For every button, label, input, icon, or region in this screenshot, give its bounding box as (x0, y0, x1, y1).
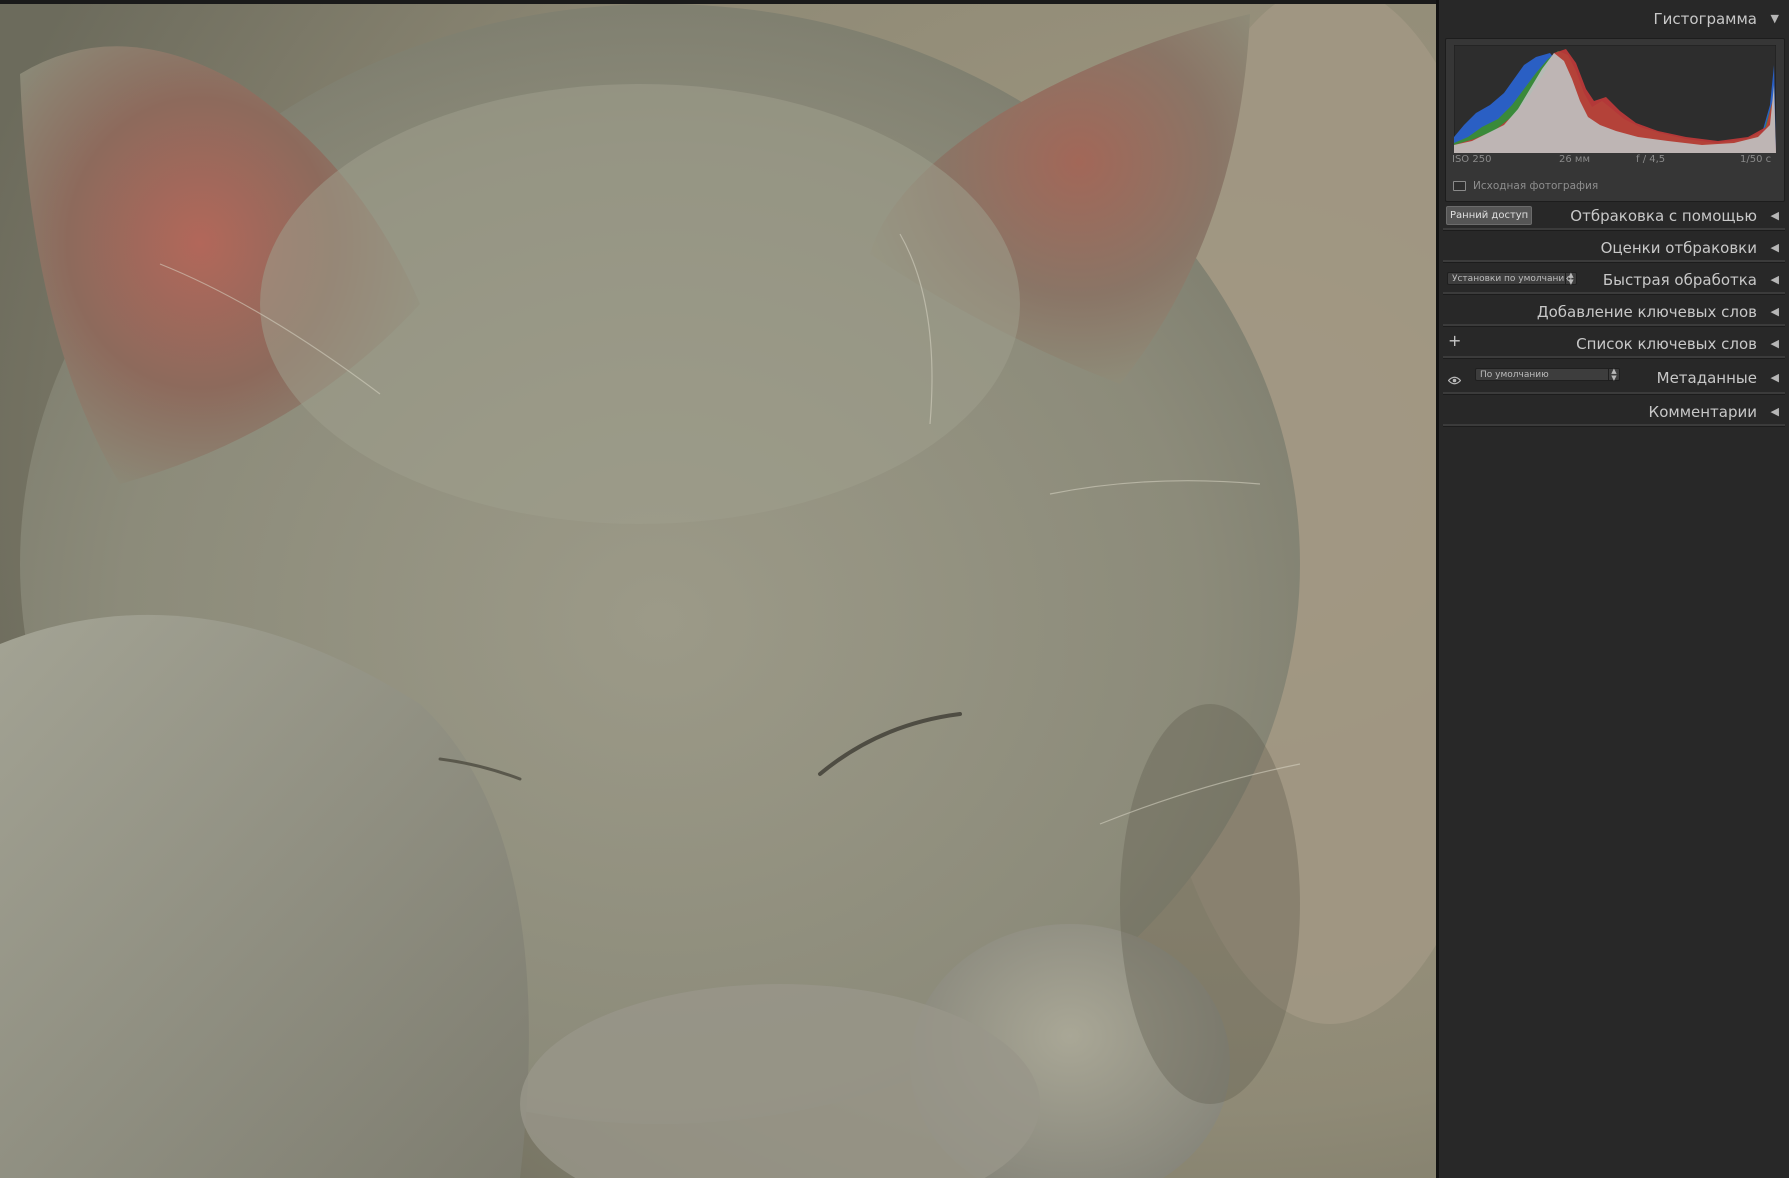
culling-ratings-title: Оценки отбраковки (1600, 239, 1757, 257)
histogram-panel: ISO 250 26 мм f / 4,5 1/50 с Исходная фо… (1445, 38, 1785, 202)
metadata-preset-value: По умолчанию (1480, 370, 1549, 380)
quick-develop-preset-value: Установки по умолчанию (1452, 274, 1572, 284)
keywording-title: Добавление ключевых слов (1536, 303, 1757, 321)
keyword-list-header[interactable]: Список ключевых слов ◀ (1439, 328, 1789, 358)
plus-icon[interactable]: + (1448, 333, 1461, 349)
original-photo-checkbox[interactable] (1453, 181, 1466, 191)
triangle-left-icon[interactable]: ◀ (1771, 305, 1779, 318)
lightroom-library-window: Гистограмма ▼ ISO 250 26 мм f / 4,5 1/50… (0, 0, 1789, 1178)
early-access-badge[interactable]: Ранний доступ (1446, 206, 1533, 225)
section-separator (1443, 392, 1785, 395)
culling-assist-title: Отбраковка с помощью (1570, 207, 1757, 225)
metadata-title: Метаданные (1656, 369, 1757, 387)
exif-shutter: 1/50 с (1740, 154, 1772, 165)
triangle-left-icon[interactable]: ◀ (1771, 405, 1779, 418)
comments-header[interactable]: Комментарии ◀ (1439, 396, 1789, 426)
triangle-left-icon[interactable]: ◀ (1771, 273, 1779, 286)
original-photo-toggle[interactable]: Исходная фотография (1453, 179, 1598, 193)
triangle-left-icon[interactable]: ◀ (1771, 209, 1779, 222)
culling-ratings-header[interactable]: Оценки отбраковки ◀ (1439, 232, 1789, 262)
histogram-header[interactable]: Гистограмма ▼ (1439, 3, 1789, 33)
stepper-arrows-icon: ▲ ▼ (1565, 272, 1576, 285)
comments-title: Комментарии (1648, 403, 1757, 421)
histogram-title: Гистограмма (1653, 10, 1757, 28)
triangle-down-icon[interactable]: ▼ (1771, 12, 1779, 25)
section-separator (1443, 424, 1785, 427)
exif-focal-length: 26 мм (1559, 154, 1590, 165)
section-separator (1443, 356, 1785, 359)
keywording-header[interactable]: Добавление ключевых слов ◀ (1439, 296, 1789, 326)
keyword-list-title: Список ключевых слов (1576, 335, 1757, 353)
exif-iso: ISO 250 (1452, 154, 1492, 165)
triangle-left-icon[interactable]: ◀ (1771, 337, 1779, 350)
quick-develop-title: Быстрая обработка (1602, 271, 1757, 289)
stepper-arrows-icon: ▲ ▼ (1608, 368, 1619, 381)
quick-develop-preset-select[interactable]: Установки по умолчанию ▲ ▼ (1447, 272, 1577, 285)
exif-aperture: f / 4,5 (1636, 154, 1666, 165)
kitten-photo (0, 4, 1436, 1178)
original-photo-label: Исходная фотография (1473, 180, 1599, 192)
histogram-chart (1454, 45, 1776, 153)
section-separator (1443, 292, 1785, 295)
right-panel: Гистограмма ▼ ISO 250 26 мм f / 4,5 1/50… (1439, 0, 1789, 1178)
triangle-left-icon[interactable]: ◀ (1771, 241, 1779, 254)
section-separator (1443, 324, 1785, 327)
eye-icon[interactable] (1447, 370, 1462, 389)
photo-preview[interactable] (0, 4, 1436, 1178)
section-separator (1443, 228, 1785, 231)
section-separator (1443, 260, 1785, 263)
metadata-preset-select[interactable]: По умолчанию ▲ ▼ (1475, 368, 1620, 381)
triangle-left-icon[interactable]: ◀ (1771, 371, 1779, 384)
